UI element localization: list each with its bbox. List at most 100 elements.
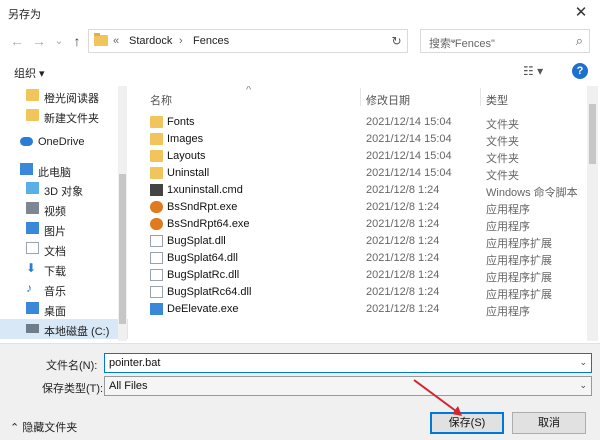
- column-date-header[interactable]: 修改日期: [366, 92, 410, 108]
- recent-locations-icon[interactable]: ⌄: [50, 32, 68, 50]
- dll-file-icon: [150, 286, 163, 298]
- folder-icon: [26, 89, 39, 101]
- file-row[interactable]: BugSplat.dll 2021/12/8 1:24 应用程序扩展: [138, 233, 586, 250]
- file-name: Layouts: [167, 150, 206, 162]
- close-icon[interactable]: ✕: [568, 2, 594, 24]
- file-date: 2021/12/8 1:24: [366, 269, 440, 281]
- column-name-header[interactable]: 名称: [150, 92, 172, 108]
- chevron-down-icon[interactable]: ⌄: [579, 357, 587, 368]
- filetype-select[interactable]: All Files ⌄: [104, 376, 592, 396]
- file-list-scrollbar[interactable]: [587, 86, 598, 341]
- file-type: 文件夹: [486, 170, 519, 182]
- sidebar-item-onedrive[interactable]: OneDrive: [0, 132, 128, 152]
- breadcrumb-fences[interactable]: Fences: [193, 35, 229, 47]
- sort-ascending-icon: ^: [246, 86, 252, 96]
- download-icon: ⬇: [26, 261, 37, 275]
- file-row[interactable]: Layouts 2021/12/14 15:04 文件夹: [138, 148, 586, 165]
- file-row[interactable]: 1xuninstall.cmd 2021/12/8 1:24 Windows 命…: [138, 182, 586, 199]
- up-arrow-icon[interactable]: ↑: [68, 32, 86, 50]
- address-bar[interactable]: « Stardock › Fences ⌄: [88, 29, 457, 53]
- view-options-icon[interactable]: ☷ ▾: [523, 64, 543, 78]
- hide-folders-toggle[interactable]: ⌃ 隐藏文件夹: [10, 419, 77, 435]
- navigation-pane: 橙光阅读器 新建文件夹 OneDrive 此电脑 3D 对象 视频 图片 文档 …: [0, 86, 128, 341]
- folder-icon: [150, 133, 163, 145]
- sidebar-item-documents[interactable]: 文档: [0, 239, 128, 259]
- breadcrumb-stardock[interactable]: Stardock: [129, 35, 172, 47]
- file-date: 2021/12/8 1:24: [366, 252, 440, 264]
- cloud-icon: [20, 137, 33, 146]
- filename-input[interactable]: pointer.bat ⌄: [104, 353, 592, 373]
- forward-arrow-icon[interactable]: →: [30, 32, 48, 50]
- sidebar-item-label: 橙光阅读器: [44, 93, 99, 105]
- folder-icon: [150, 116, 163, 128]
- file-date: 2021/12/8 1:24: [366, 184, 440, 196]
- sidebar-item-orange-reader[interactable]: 橙光阅读器: [0, 86, 128, 106]
- filename-label: 文件名(N):: [46, 360, 98, 372]
- picture-icon: [26, 222, 39, 234]
- file-list-scrollbar-thumb[interactable]: [589, 104, 596, 164]
- file-type: 文件夹: [486, 119, 519, 131]
- sidebar-item-label: OneDrive: [38, 136, 85, 148]
- back-arrow-icon[interactable]: ←: [8, 32, 26, 50]
- column-divider[interactable]: [480, 88, 481, 106]
- file-row[interactable]: BsSndRpt.exe 2021/12/8 1:24 应用程序: [138, 199, 586, 216]
- window-title: 另存为: [8, 9, 41, 21]
- navigation-bar: ← → ⌄ ↑ « Stardock › Fences ⌄ ↻ 搜索"Fence…: [0, 26, 600, 56]
- file-name: 1xuninstall.cmd: [167, 184, 243, 196]
- sidebar-item-downloads[interactable]: ⬇ 下载: [0, 259, 128, 279]
- file-type: Windows 命令脚本: [486, 187, 578, 199]
- title-bar: 另存为 ✕: [0, 0, 600, 26]
- help-icon[interactable]: ?: [572, 63, 588, 79]
- drive-icon: [26, 324, 39, 333]
- dll-file-icon: [150, 269, 163, 281]
- sidebar-item-videos[interactable]: 视频: [0, 199, 128, 219]
- search-placeholder: 搜索"Fences": [429, 38, 495, 50]
- sidebar-item-this-pc[interactable]: 此电脑: [0, 160, 128, 180]
- file-name: Fonts: [167, 116, 195, 128]
- file-row[interactable]: Fonts 2021/12/14 15:04 文件夹: [138, 114, 586, 131]
- column-divider[interactable]: [360, 88, 361, 106]
- column-headers: 名称 ^ 修改日期 类型: [138, 86, 586, 108]
- file-name: Images: [167, 133, 204, 145]
- breadcrumb-overflow[interactable]: «: [113, 35, 119, 47]
- sidebar-item-new-folder[interactable]: 新建文件夹: [0, 106, 128, 126]
- filetype-row: 保存类型(T): All Files ⌄: [0, 375, 600, 397]
- sidebar-item-label: 3D 对象: [44, 186, 84, 198]
- refresh-icon[interactable]: ↻: [386, 29, 408, 53]
- file-date: 2021/12/8 1:24: [366, 286, 440, 298]
- file-date: 2021/12/8 1:24: [366, 201, 440, 213]
- file-name: BsSndRpt.exe: [167, 201, 238, 213]
- organize-button[interactable]: 组织 ▾: [14, 65, 45, 81]
- search-input[interactable]: 搜索"Fences" ⌕: [420, 29, 590, 53]
- sidebar-item-desktop[interactable]: 桌面: [0, 299, 128, 319]
- file-row[interactable]: BugSplatRc.dll 2021/12/8 1:24 应用程序扩展: [138, 267, 586, 284]
- sidebar-item-local-disk-c[interactable]: 本地磁盘 (C:): [0, 319, 128, 339]
- file-row[interactable]: DeElevate.exe 2021/12/8 1:24 应用程序: [138, 301, 586, 318]
- file-row[interactable]: BsSndRpt64.exe 2021/12/8 1:24 应用程序: [138, 216, 586, 233]
- file-row[interactable]: BugSplatRc64.dll 2021/12/8 1:24 应用程序扩展: [138, 284, 586, 301]
- sidebar-scrollbar[interactable]: [118, 86, 127, 341]
- chevron-down-icon[interactable]: ⌄: [579, 380, 587, 391]
- file-row[interactable]: Uninstall 2021/12/14 15:04 文件夹: [138, 165, 586, 182]
- sidebar-item-3d-objects[interactable]: 3D 对象: [0, 179, 128, 199]
- column-type-header[interactable]: 类型: [486, 92, 508, 108]
- file-date: 2021/12/8 1:24: [366, 303, 440, 315]
- sidebar-scrollbar-thumb[interactable]: [119, 174, 126, 324]
- file-name: DeElevate.exe: [167, 303, 239, 315]
- breadcrumb-separator: ›: [179, 35, 183, 47]
- sidebar-item-pictures[interactable]: 图片: [0, 219, 128, 239]
- file-type: 应用程序扩展: [486, 289, 552, 301]
- file-row[interactable]: BugSplat64.dll 2021/12/8 1:24 应用程序扩展: [138, 250, 586, 267]
- cancel-button[interactable]: 取消: [512, 412, 586, 434]
- sidebar-item-label: 本地磁盘 (C:): [44, 326, 110, 338]
- dll-file-icon: [150, 235, 163, 247]
- sidebar-item-label: 桌面: [44, 306, 66, 318]
- folder-icon: [94, 33, 108, 46]
- bug-application-icon: [150, 201, 163, 213]
- search-icon[interactable]: ⌕: [576, 33, 583, 49]
- file-type: 应用程序扩展: [486, 272, 552, 284]
- file-row[interactable]: Images 2021/12/14 15:04 文件夹: [138, 131, 586, 148]
- file-name: BugSplat.dll: [167, 235, 226, 247]
- sidebar-item-music[interactable]: ♪ 音乐: [0, 279, 128, 299]
- sidebar-item-label: 文档: [44, 246, 66, 258]
